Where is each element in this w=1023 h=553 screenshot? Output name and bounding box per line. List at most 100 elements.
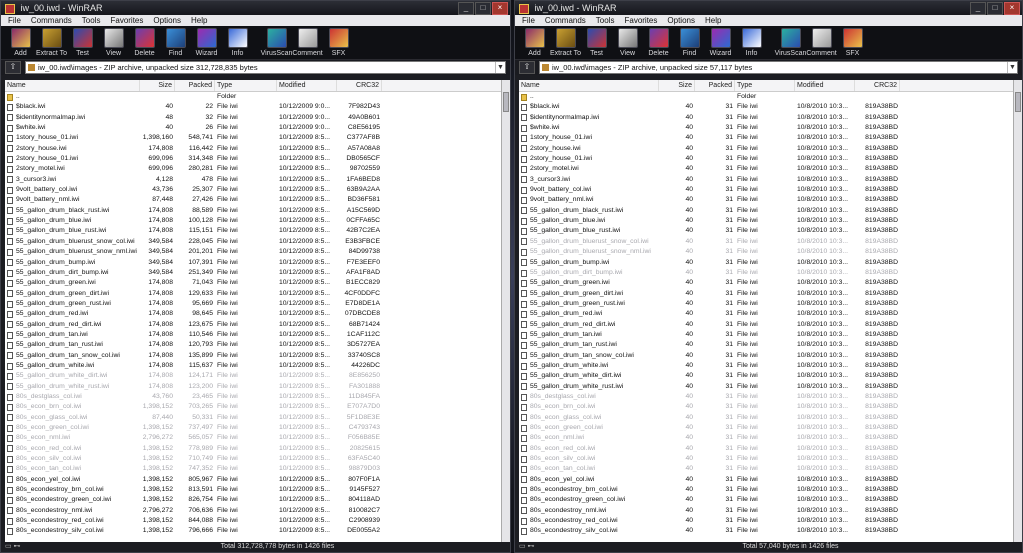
find-button[interactable]: Find [160, 26, 191, 59]
table-row[interactable]: 80s_econdestroy_brn_col.iwi 1,398,152 813,… [5, 485, 501, 495]
chevron-down-icon[interactable]: ▼ [495, 62, 505, 73]
table-row[interactable]: 55_gallon_drum_tan_rust.iwi 174,808 120,79… [5, 340, 501, 350]
table-row[interactable]: 80s_econdestroy_green_col.iwi 40 31 File iw… [519, 495, 1013, 505]
table-row[interactable]: 80s_econ_brn_col.iwi 40 31 File iwi 10/8/201… [519, 402, 1013, 412]
sfx-button[interactable]: SFX [837, 26, 868, 59]
table-row[interactable]: 80s_econdestroy_nml.iwi 2,796,272 706,636 F… [5, 506, 501, 516]
table-row[interactable]: 55_gallon_drum_blue.iwi 174,808 100,128 Fil… [5, 216, 501, 226]
table-row[interactable]: 2story_motel.iwi 40 31 File iwi 10/8/2010 10… [519, 164, 1013, 174]
table-row[interactable]: 55_gallon_drum_bump.iwi 40 31 File iwi 10/8/… [519, 258, 1013, 268]
table-row[interactable]: 55_gallon_drum_tan_snow_col.iwi 40 31 File … [519, 351, 1013, 361]
test-button[interactable]: Test [581, 26, 612, 59]
table-row[interactable]: 1story_house_01.iwi 40 31 File iwi 10/8/2010… [519, 133, 1013, 143]
table-row[interactable]: 80s_econ_tan_col.iwi 1,398,152 747,352 File… [5, 464, 501, 474]
title-bar[interactable]: iw_00.iwd - WinRAR _ □ × [515, 1, 1022, 15]
column-size[interactable]: Size [140, 80, 175, 91]
column-crc32[interactable]: CRC32 [337, 80, 382, 91]
virusscan-button[interactable]: VirusScan [775, 26, 806, 59]
table-row[interactable]: 2story_house.iwi 174,808 116,442 File iwi 10… [5, 144, 501, 154]
wizard-button[interactable]: Wizard [191, 26, 222, 59]
table-row[interactable]: .. Folder [5, 92, 501, 102]
table-row[interactable]: 80s_econ_glass_col.iwi 87,440 50,331 File i… [5, 413, 501, 423]
menu-favorites[interactable]: Favorites [619, 15, 662, 26]
table-row[interactable]: $white.iwi 40 26 File iwi 10/12/2009 9:0... C… [5, 123, 501, 133]
extract-to-button[interactable]: Extract To [550, 26, 581, 59]
table-row[interactable]: 80s_econ_brn_col.iwi 1,398,152 703,265 File… [5, 402, 501, 412]
table-row[interactable]: 55_gallon_drum_white_dirt.iwi 40 31 File iw… [519, 371, 1013, 381]
table-row[interactable]: 55_gallon_drum_white_rust.iwi 40 31 File iw… [519, 382, 1013, 392]
maximize-button[interactable]: □ [987, 2, 1003, 15]
info-button[interactable]: Info [222, 26, 253, 59]
delete-button[interactable]: Delete [643, 26, 674, 59]
up-folder-button[interactable]: ⇧ [5, 61, 21, 74]
minimize-button[interactable]: _ [970, 2, 986, 15]
table-row[interactable]: 2story_house_01.iwi 699,096 314,348 File iw… [5, 154, 501, 164]
table-row[interactable]: 80s_econ_yel_col.iwi 1,398,152 805,967 File… [5, 475, 501, 485]
table-row[interactable]: 55_gallon_drum_black_rust.iwi 40 31 File iw… [519, 206, 1013, 216]
table-row[interactable]: 2story_motel.iwi 699,096 280,281 File iwi 10… [5, 164, 501, 174]
table-row[interactable]: $white.iwi 40 31 File iwi 10/8/2010 10:3... 8… [519, 123, 1013, 133]
column-name[interactable]: Name [5, 80, 140, 91]
table-row[interactable]: 55_gallon_drum_bump.iwi 349,584 107,391 Fil… [5, 258, 501, 268]
table-row[interactable]: 80s_econ_nml.iwi 40 31 File iwi 10/8/2010 10… [519, 433, 1013, 443]
archive-path-combo[interactable]: iw_00.iwd\images - ZIP archive, unpacked… [539, 61, 1018, 74]
view-button[interactable]: View [98, 26, 129, 59]
file-list[interactable]: Name Size Packed Type Modified CRC32 .. F… [519, 80, 1013, 542]
table-row[interactable]: 80s_econ_green_col.iwi 1,398,152 737,497 Fi… [5, 423, 501, 433]
table-row[interactable]: 55_gallon_drum_green_rust.iwi 40 31 File iw… [519, 299, 1013, 309]
table-row[interactable]: 9volt_battery_nml.iwi 87,448 27,426 File iw… [5, 195, 501, 205]
vertical-scrollbar[interactable] [1013, 80, 1022, 542]
menu-tools[interactable]: Tools [591, 15, 620, 26]
info-button[interactable]: Info [736, 26, 767, 59]
table-row[interactable]: 3_cursor3.iwi 40 31 File iwi 10/8/2010 10:3.… [519, 175, 1013, 185]
file-list[interactable]: Name Size Packed Type Modified CRC32 .. F… [5, 80, 501, 542]
table-row[interactable]: 80s_destglass_col.iwi 40 31 File iwi 10/8/20… [519, 392, 1013, 402]
menu-options[interactable]: Options [148, 15, 186, 26]
column-packed[interactable]: Packed [175, 80, 215, 91]
table-row[interactable]: 55_gallon_drum_dirt_bump.iwi 349,584 251,3… [5, 268, 501, 278]
table-row[interactable]: 80s_econ_silv_col.iwi 1,398,152 710,749 Fil… [5, 454, 501, 464]
table-row[interactable]: 9volt_battery_col.iwi 40 31 File iwi 10/8/20… [519, 185, 1013, 195]
menu-help[interactable]: Help [186, 15, 212, 26]
comment-button[interactable]: Comment [806, 26, 837, 59]
table-row[interactable]: 80s_econ_red_col.iwi 40 31 File iwi 10/8/201… [519, 444, 1013, 454]
column-modified[interactable]: Modified [277, 80, 337, 91]
table-row[interactable]: .. Folder [519, 92, 1013, 102]
table-row[interactable]: 55_gallon_drum_black_rust.iwi 174,808 88,5… [5, 206, 501, 216]
table-row[interactable]: 55_gallon_drum_green_dirt.iwi 40 31 File iw… [519, 289, 1013, 299]
column-type[interactable]: Type [215, 80, 277, 91]
table-row[interactable]: 80s_econ_tan_col.iwi 40 31 File iwi 10/8/201… [519, 464, 1013, 474]
table-row[interactable]: 55_gallon_drum_green.iwi 40 31 File iwi 10/8… [519, 278, 1013, 288]
column-type[interactable]: Type [735, 80, 795, 91]
virusscan-button[interactable]: VirusScan [261, 26, 292, 59]
archive-path-combo[interactable]: iw_00.iwd\images - ZIP archive, unpacked… [25, 61, 506, 74]
table-row[interactable]: 3_cursor3.iwi 4,128 478 File iwi 10/12/2009 … [5, 175, 501, 185]
menu-options[interactable]: Options [662, 15, 700, 26]
column-name[interactable]: Name [519, 80, 659, 91]
menu-tools[interactable]: Tools [77, 15, 106, 26]
table-row[interactable]: 80s_econ_glass_col.iwi 40 31 File iwi 10/8/2… [519, 413, 1013, 423]
up-folder-button[interactable]: ⇧ [519, 61, 535, 74]
table-row[interactable]: $identitynormalmap.iwi 48 32 File iwi 10/12/… [5, 113, 501, 123]
title-bar[interactable]: iw_00.iwd - WinRAR _ □ × [1, 1, 510, 15]
scrollbar-thumb[interactable] [503, 92, 509, 112]
table-row[interactable]: 80s_econdestroy_silv_col.iwi 1,398,152 796… [5, 526, 501, 536]
table-row[interactable]: 2story_house.iwi 40 31 File iwi 10/8/2010 10… [519, 144, 1013, 154]
table-row[interactable]: 55_gallon_drum_blue_rust.iwi 174,808 115,1… [5, 226, 501, 236]
table-row[interactable]: 55_gallon_drum_red_dirt.iwi 40 31 File iwi 1… [519, 320, 1013, 330]
table-row[interactable]: 80s_econdestroy_red_col.iwi 40 31 File iwi 1… [519, 516, 1013, 526]
wizard-button[interactable]: Wizard [705, 26, 736, 59]
table-row[interactable]: 55_gallon_drum_white_dirt.iwi 174,808 124,… [5, 371, 501, 381]
test-button[interactable]: Test [67, 26, 98, 59]
table-row[interactable]: $black.iwi 40 31 File iwi 10/8/2010 10:3... 8… [519, 102, 1013, 112]
table-row[interactable]: 55_gallon_drum_tan.iwi 174,808 110,546 File… [5, 330, 501, 340]
extract-to-button[interactable]: Extract To [36, 26, 67, 59]
table-row[interactable]: $black.iwi 40 22 File iwi 10/12/2009 9:0... 7… [5, 102, 501, 112]
close-button[interactable]: × [1004, 2, 1020, 15]
vertical-scrollbar[interactable] [501, 80, 510, 542]
minimize-button[interactable]: _ [458, 2, 474, 15]
table-row[interactable]: 80s_econdestroy_brn_col.iwi 40 31 File iwi 1… [519, 485, 1013, 495]
find-button[interactable]: Find [674, 26, 705, 59]
table-row[interactable]: 55_gallon_drum_bluerust_snow_col.iwi 40 31… [519, 237, 1013, 247]
table-row[interactable]: 80s_econdestroy_silv_col.iwi 40 31 File iwi… [519, 526, 1013, 536]
